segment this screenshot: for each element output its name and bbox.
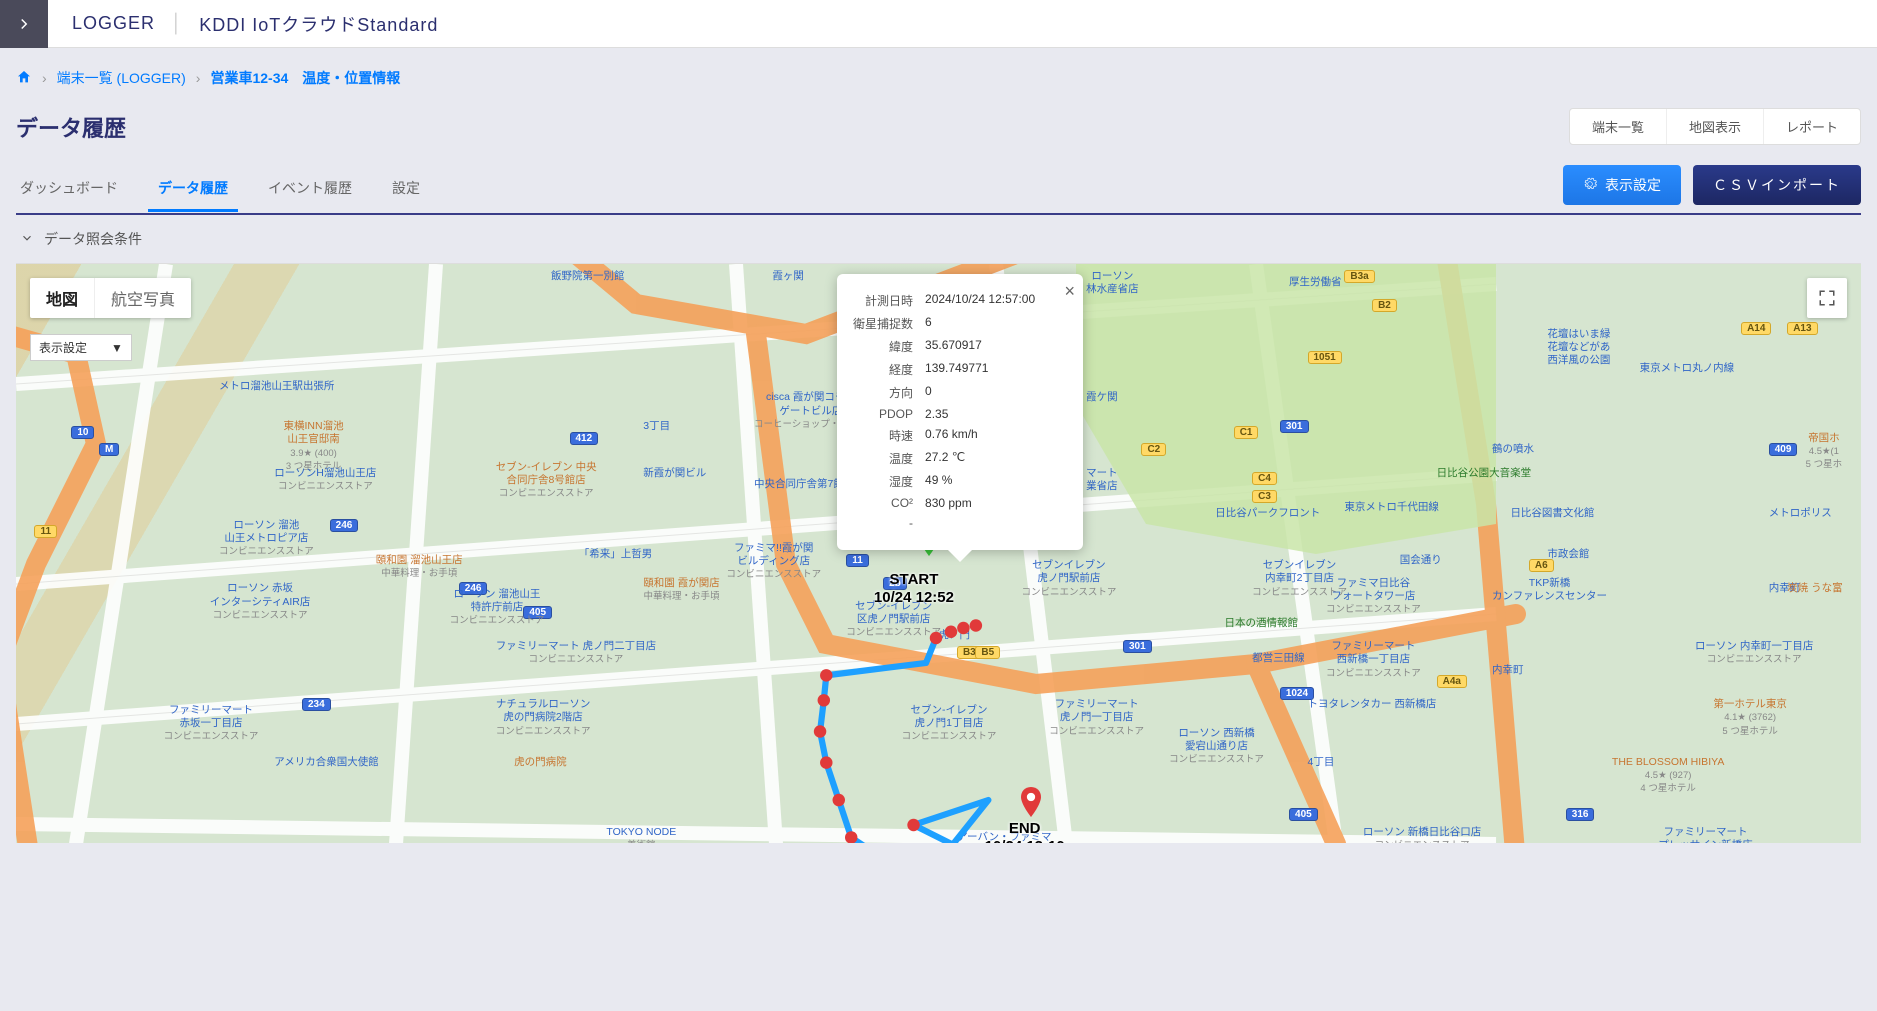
seg-map-view[interactable]: 地図表示 [1667, 109, 1764, 144]
map-type-map[interactable]: 地図 [30, 278, 94, 318]
info-row: 方向0 [853, 382, 1067, 403]
menu-toggle-button[interactable] [0, 0, 48, 48]
gear-icon [1583, 177, 1597, 194]
info-value: 2.35 [925, 405, 1067, 423]
breadcrumb-link-devices[interactable]: 端末一覧 (LOGGER) [57, 68, 186, 88]
info-label: 緯度 [853, 336, 923, 357]
seg-report[interactable]: レポート [1764, 109, 1860, 144]
info-row: 湿度49 % [853, 471, 1067, 492]
info-label: 計測日時 [853, 290, 923, 311]
map-display-select-label: 表示設定 [39, 339, 87, 356]
info-row: 経度139.749771 [853, 359, 1067, 380]
info-label: - [853, 514, 923, 532]
info-row: PDOP2.35 [853, 405, 1067, 423]
info-row: - [853, 514, 1067, 532]
tabs: ダッシュボード データ履歴 イベント履歴 設定 [16, 168, 424, 210]
info-value: 0.76 km/h [925, 425, 1067, 446]
tab-data-history[interactable]: データ履歴 [154, 168, 232, 210]
page-title: データ履歴 [16, 111, 126, 143]
info-value: 27.2 ℃ [925, 448, 1067, 469]
breadcrumb-sep: › [42, 70, 47, 86]
info-label: 経度 [853, 359, 923, 380]
display-settings-label: 表示設定 [1605, 175, 1661, 195]
brand-divider: │ [171, 13, 183, 34]
info-value: 6 [925, 313, 1067, 334]
fullscreen-button[interactable] [1807, 278, 1847, 318]
tab-event-history[interactable]: イベント履歴 [264, 168, 356, 210]
info-value: 830 ppm [925, 494, 1067, 512]
caret-down-icon: ▼ [111, 341, 123, 355]
csv-import-label: ＣＳＶインポート [1713, 177, 1841, 193]
route-end-pin[interactable] [1020, 787, 1042, 820]
map-info-window: × 計測日時2024/10/24 12:57:00衛星捕捉数6緯度35.6709… [837, 274, 1083, 550]
info-label: PDOP [853, 405, 923, 423]
info-row: 衛星捕捉数6 [853, 313, 1067, 334]
query-conditions-label: データ照会条件 [44, 229, 142, 249]
info-value [925, 514, 1067, 532]
route-end-label: END 10/24 13:10 [985, 820, 1065, 843]
info-value: 2024/10/24 12:57:00 [925, 290, 1067, 311]
brand-product: KDDI IoTクラウドStandard [199, 11, 438, 37]
route-start-label: START 10/24 12:52 [874, 571, 954, 607]
info-row: 温度27.2 ℃ [853, 448, 1067, 469]
info-value: 35.670917 [925, 336, 1067, 357]
breadcrationb-current: 営業車12-34 温度・位置情報 [210, 68, 400, 88]
info-value: 49 % [925, 471, 1067, 492]
brand-logger: LOGGER [72, 13, 155, 34]
brand: LOGGER │ KDDI IoTクラウドStandard [48, 11, 438, 37]
seg-device-list[interactable]: 端末一覧 [1570, 109, 1667, 144]
info-label: CO² [853, 494, 923, 512]
home-icon[interactable] [16, 69, 32, 88]
map-container[interactable]: B3a B2 C1 C4 C3 C2 1051 10 M 11 234 412 … [16, 263, 1861, 843]
info-value: 0 [925, 382, 1067, 403]
info-row: CO²830 ppm [853, 494, 1067, 512]
map-type-switcher: 地図 航空写真 [30, 278, 191, 318]
info-label: 方向 [853, 382, 923, 403]
breadcrumb: › 端末一覧 (LOGGER) › 営業車12-34 温度・位置情報 [16, 68, 1861, 88]
info-table: 計測日時2024/10/24 12:57:00衛星捕捉数6緯度35.670917… [851, 288, 1069, 534]
map-type-satellite[interactable]: 航空写真 [94, 278, 191, 318]
tab-settings[interactable]: 設定 [388, 168, 424, 210]
info-label: 湿度 [853, 471, 923, 492]
info-label: 温度 [853, 448, 923, 469]
info-label: 衛星捕捉数 [853, 313, 923, 334]
breadcrumb-sep: › [196, 70, 201, 86]
info-row: 緯度35.670917 [853, 336, 1067, 357]
query-conditions-toggle[interactable]: データ照会条件 [16, 215, 1861, 263]
tab-dashboard[interactable]: ダッシュボード [16, 168, 122, 210]
chevron-down-icon [20, 231, 34, 248]
info-label: 時速 [853, 425, 923, 446]
csv-import-button[interactable]: ＣＳＶインポート [1693, 165, 1861, 205]
info-row: 計測日時2024/10/24 12:57:00 [853, 290, 1067, 311]
info-value: 139.749771 [925, 359, 1067, 380]
info-row: 時速0.76 km/h [853, 425, 1067, 446]
map-display-select[interactable]: 表示設定 ▼ [30, 334, 132, 361]
close-icon[interactable]: × [1065, 282, 1076, 300]
view-switcher: 端末一覧 地図表示 レポート [1569, 108, 1861, 145]
display-settings-button[interactable]: 表示設定 [1563, 165, 1681, 205]
